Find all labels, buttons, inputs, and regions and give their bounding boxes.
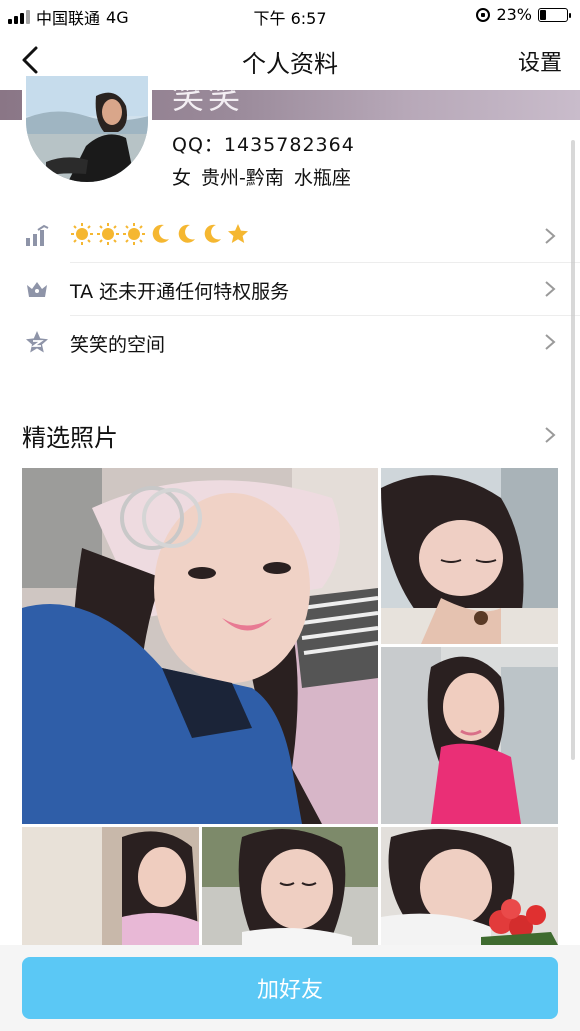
battery-percent: 23% <box>496 5 532 24</box>
level-row[interactable] <box>0 210 580 263</box>
page-title: 个人资料 <box>242 50 338 78</box>
chevron-right-icon[interactable] <box>544 426 556 444</box>
chevron-right-icon <box>545 281 556 297</box>
settings-button[interactable]: 设置 <box>518 45 562 77</box>
featured-photo-6[interactable] <box>381 827 558 945</box>
featured-photo-3[interactable] <box>381 647 558 824</box>
scrollbar[interactable] <box>571 140 575 760</box>
photo-image <box>22 827 199 945</box>
featured-photo-5[interactable] <box>202 827 378 945</box>
crown-icon <box>27 282 47 297</box>
sun-icon <box>97 223 119 245</box>
status-right: 23% <box>476 5 571 24</box>
qq-number: QQ：1435782364 <box>172 134 355 156</box>
photos-section-title: 精选照片 <box>22 424 118 452</box>
profile-name: 笑笑 <box>172 90 245 116</box>
chevron-right-icon <box>545 334 556 350</box>
battery-icon <box>538 7 571 22</box>
photo-image <box>381 468 558 644</box>
add-friend-button[interactable]: 加好友 <box>22 957 558 1019</box>
featured-photo-2[interactable] <box>381 468 558 644</box>
qzone-row[interactable]: 笑笑的空间 <box>0 316 580 369</box>
photo-image <box>381 827 558 945</box>
rotation-lock-icon <box>476 7 491 22</box>
sun-icon <box>71 223 93 245</box>
photo-image <box>22 468 378 824</box>
qzone-star-icon <box>26 331 48 353</box>
featured-photo-1[interactable] <box>22 468 378 824</box>
avatar-photo <box>26 76 148 182</box>
star-icon <box>228 224 248 243</box>
sun-icon <box>123 223 145 245</box>
vip-label: TA 还未开通任何特权服务 <box>70 281 290 303</box>
vip-row[interactable]: TA 还未开通任何特权服务 <box>0 263 580 316</box>
avatar[interactable] <box>22 76 152 186</box>
status-bar: 中国联通 4G 下午 6:57 23% <box>0 0 580 30</box>
moon-icon <box>204 224 221 243</box>
level-badges <box>70 222 250 246</box>
moon-icon <box>178 224 195 243</box>
photo-image <box>381 647 558 824</box>
chevron-right-icon <box>545 228 556 244</box>
user-info: 女 贵州-黔南 水瓶座 <box>172 167 351 189</box>
level-chart-icon <box>26 224 49 246</box>
moon-icon <box>152 224 169 243</box>
qzone-label: 笑笑的空间 <box>70 334 166 356</box>
featured-photo-4[interactable] <box>22 827 199 945</box>
photo-image <box>202 827 378 945</box>
